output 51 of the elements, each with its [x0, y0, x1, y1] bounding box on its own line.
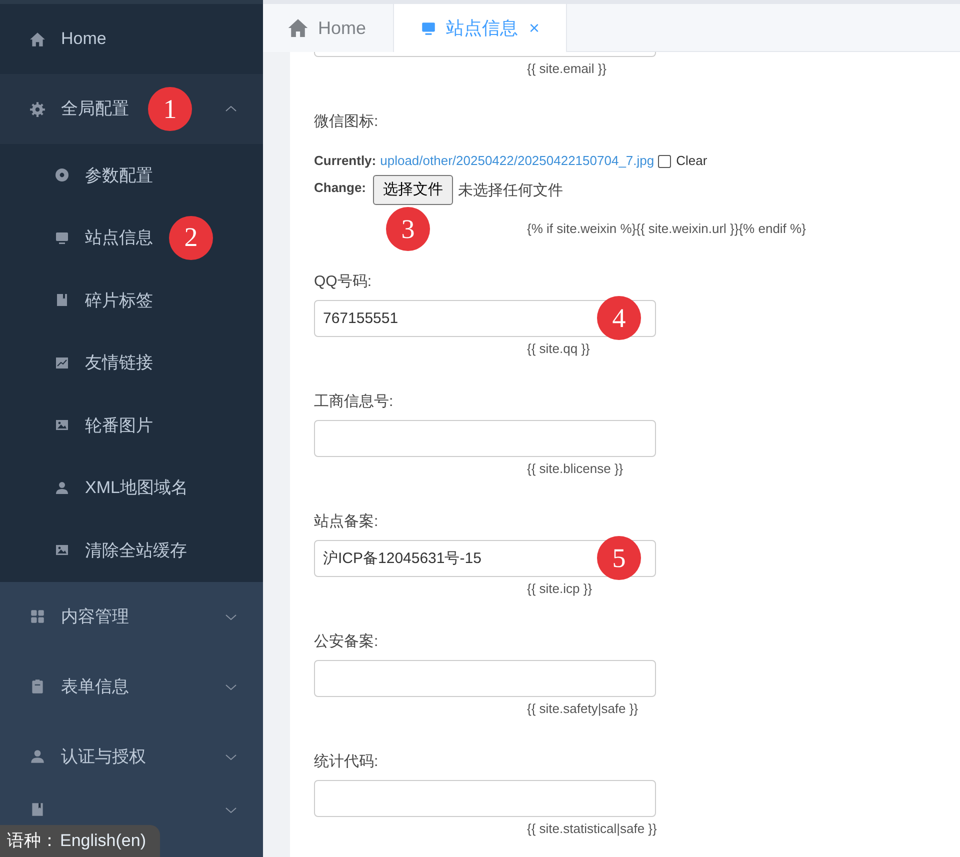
field-label: 站点备案: [314, 512, 380, 531]
field-label: 工商信息号: [314, 392, 394, 411]
field-label: 公安备案: [314, 632, 380, 651]
input-field[interactable] [314, 660, 656, 697]
book-icon [29, 801, 46, 818]
help-text: {% if site.weixin %}{{ site.weixin.url }}{% endif %} [527, 221, 806, 237]
chart-icon [54, 354, 70, 371]
currently-label: Currently: [314, 152, 376, 170]
field-label: 微信图标: [314, 112, 380, 131]
number-marker: 3 [386, 207, 430, 251]
field-label: QQ号码: [314, 272, 373, 291]
help-text: {{ site.safety|safe }} [527, 701, 638, 717]
checkbox-label: Clear [676, 152, 708, 170]
submenu-item[interactable]: 轮番图片 [0, 394, 263, 456]
submenu-item[interactable]: 参数配置 [0, 144, 263, 206]
submenu-item[interactable]: 清除全站缓存 [0, 519, 263, 582]
submenu-item[interactable]: 站点信息 2 [0, 206, 263, 269]
checkbox[interactable] [658, 154, 672, 168]
grid-icon [29, 608, 46, 625]
submenu-item[interactable]: XML地图域名 [0, 456, 263, 519]
gear-icon [29, 100, 46, 118]
choose-file-button[interactable]: 选择文件 [373, 175, 453, 205]
ring-icon [54, 167, 70, 184]
help-text: {{ site.qq }} [527, 341, 590, 357]
change-label: Change: [314, 179, 366, 197]
help-text: {{ site.icp }} [527, 581, 592, 597]
input-field[interactable] [314, 780, 656, 817]
home-icon [29, 30, 46, 48]
clipboard-icon [29, 678, 46, 695]
help-text: {{ site.email }} [527, 61, 606, 77]
input-field[interactable] [314, 420, 656, 457]
home-icon [287, 17, 309, 39]
menu-item[interactable]: Home [0, 4, 263, 74]
user-icon [54, 480, 70, 496]
help-text: {{ site.statistical|safe }} [527, 821, 657, 837]
file-status-text: 未选择任何文件 [458, 181, 563, 201]
submenu-item[interactable]: 友情链接 [0, 332, 263, 394]
number-marker: 5 [597, 536, 641, 580]
monitor-icon [420, 20, 437, 36]
book-icon [54, 292, 70, 308]
input-field[interactable] [314, 52, 656, 57]
user-icon [29, 748, 46, 765]
menu-group-header[interactable]: 全局配置 1 [0, 74, 263, 144]
number-marker: 4 [597, 296, 641, 340]
submenu-item[interactable]: 碎片标签 [0, 269, 263, 332]
monitor-icon [54, 230, 70, 246]
number-marker: 1 [148, 87, 192, 131]
language-badge[interactable]: 语种：English(en) [0, 825, 160, 857]
field-label: 统计代码: [314, 752, 380, 771]
help-text: {{ site.blicense }} [527, 461, 624, 477]
number-marker: 2 [169, 216, 213, 260]
